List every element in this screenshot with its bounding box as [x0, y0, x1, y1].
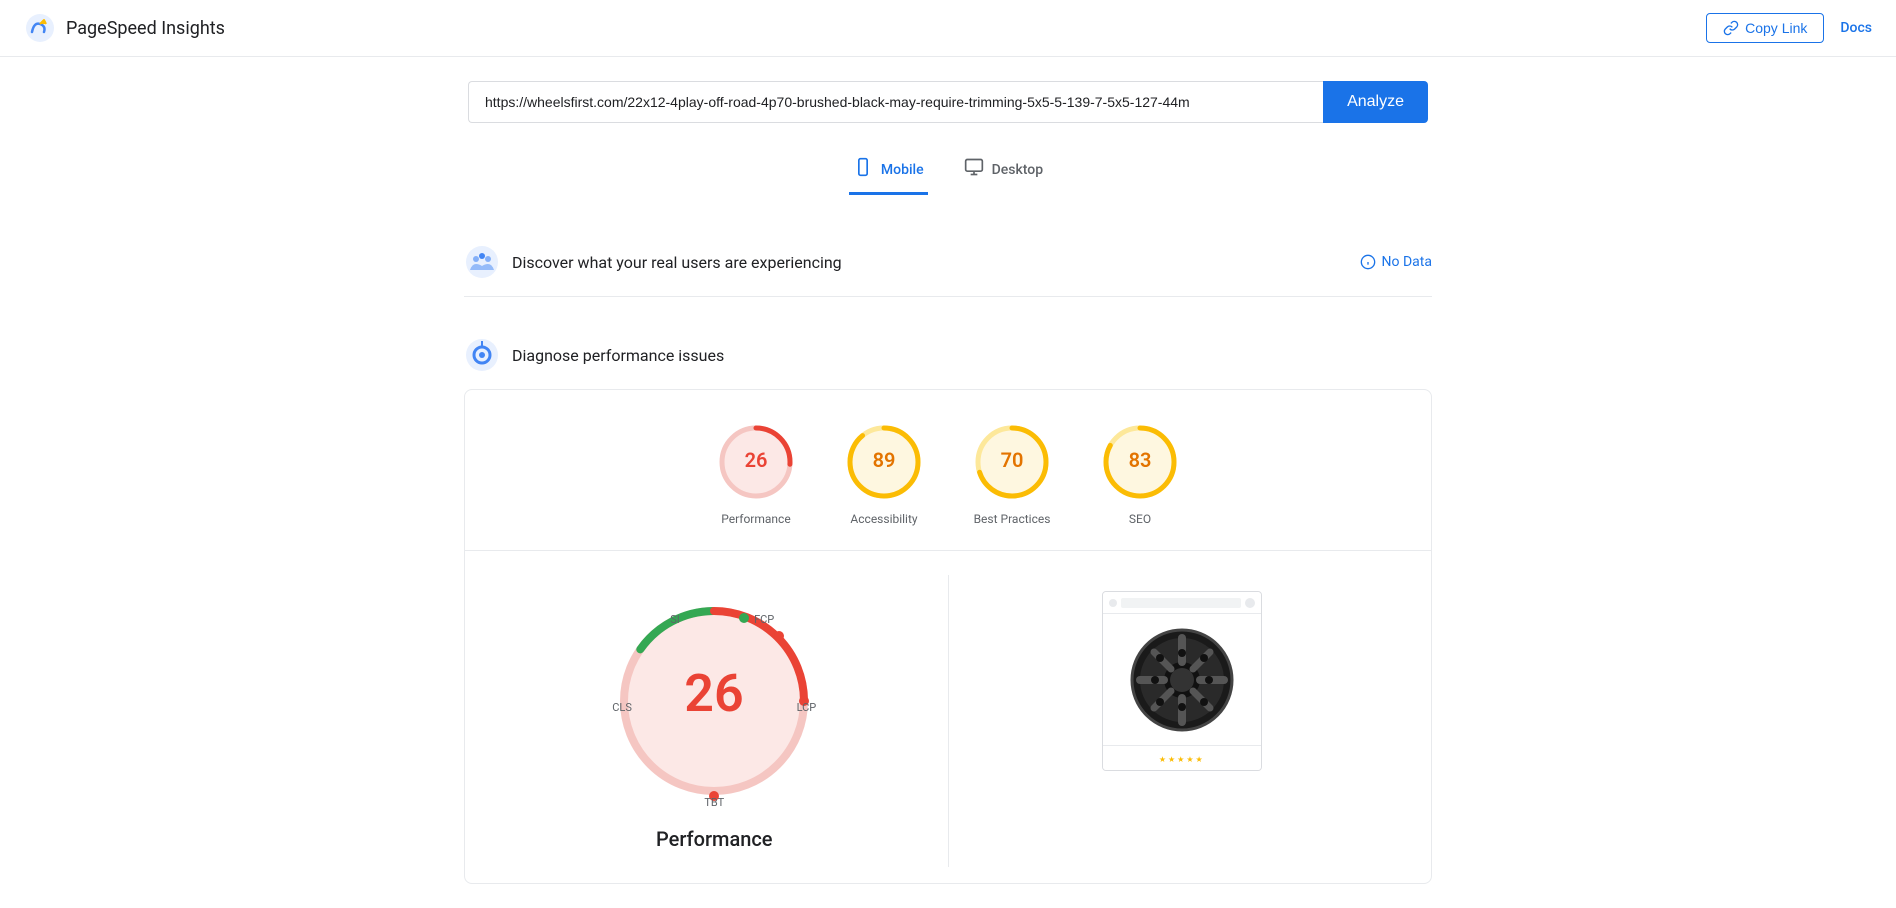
svg-text:83: 83 [1129, 448, 1152, 472]
preview-footer: ★★★★★ [1103, 745, 1261, 770]
scores-row: 26 Performance 89 Accessibility [481, 422, 1415, 526]
tab-mobile[interactable]: Mobile [849, 147, 928, 195]
star-rating: ★★★★★ [1159, 755, 1205, 764]
info-icon [1360, 254, 1376, 270]
browser-bar [1103, 592, 1261, 614]
url-bar-container: Analyze [464, 81, 1432, 123]
diagnose-header: Diagnose performance issues [464, 321, 1432, 389]
no-data-badge[interactable]: No Data [1360, 254, 1432, 270]
svg-text:26: 26 [745, 448, 768, 472]
preview-content [1103, 614, 1261, 745]
bottom-content: SI FCP LCP TBT CLS [481, 575, 1415, 867]
score-performance[interactable]: 26 Performance [716, 422, 796, 526]
url-input[interactable] [468, 81, 1323, 123]
svg-text:89: 89 [873, 448, 896, 472]
header-actions: Copy Link Docs [1706, 13, 1872, 43]
app-header: PageSpeed Insights Copy Link Docs [0, 0, 1896, 57]
performance-label: Performance [721, 512, 790, 526]
docs-link[interactable]: Docs [1840, 20, 1872, 36]
score-seo[interactable]: 83 SEO [1100, 422, 1180, 526]
real-users-title: Discover what your real users are experi… [512, 253, 842, 272]
link-icon [1723, 20, 1739, 36]
best-practices-gauge: 70 [972, 422, 1052, 502]
section-title-area: Discover what your real users are experi… [464, 244, 842, 280]
main-content: Analyze Mobile Desktop [448, 57, 1448, 908]
preview-screenshot: ★★★★★ [1102, 591, 1262, 771]
preview-area: ★★★★★ [948, 575, 1416, 867]
scores-card: 26 Performance 89 Accessibility [464, 389, 1432, 884]
gauge-label-cls: CLS [612, 701, 632, 714]
gauge-label-fcp: FCP [754, 613, 774, 626]
copy-link-button[interactable]: Copy Link [1706, 13, 1824, 43]
gauge-labels: SI FCP LCP TBT CLS [604, 591, 824, 811]
wheel-image [1127, 625, 1237, 735]
card-divider [465, 550, 1431, 551]
logo-area: PageSpeed Insights [24, 12, 225, 44]
diagnose-title: Diagnose performance issues [512, 346, 724, 365]
score-accessibility[interactable]: 89 Accessibility [844, 422, 924, 526]
score-best-practices[interactable]: 70 Best Practices [972, 422, 1052, 526]
large-gauge: SI FCP LCP TBT CLS [604, 591, 824, 811]
accessibility-gauge: 89 [844, 422, 924, 502]
tab-desktop[interactable]: Desktop [960, 147, 1047, 195]
tabs-container: Mobile Desktop [464, 147, 1432, 196]
pagespeed-logo-icon [24, 12, 56, 44]
close-dot [1109, 599, 1117, 607]
no-data-label: No Data [1382, 254, 1432, 270]
mobile-icon [853, 157, 873, 182]
diagnose-icon [464, 337, 500, 373]
gauge-label-si: SI [670, 613, 680, 626]
real-users-section: Discover what your real users are experi… [464, 228, 1432, 297]
users-icon [464, 244, 500, 280]
tab-mobile-label: Mobile [881, 162, 924, 178]
copy-link-label: Copy Link [1745, 20, 1807, 36]
best-practices-label: Best Practices [974, 512, 1051, 526]
seo-label: SEO [1129, 512, 1151, 526]
perf-gauge-area: SI FCP LCP TBT CLS [481, 575, 948, 867]
performance-gauge: 26 [716, 422, 796, 502]
url-form: Analyze [468, 81, 1428, 123]
seo-gauge: 83 [1100, 422, 1180, 502]
tab-desktop-label: Desktop [992, 162, 1043, 178]
svg-text:70: 70 [1001, 448, 1024, 472]
analyze-button[interactable]: Analyze [1323, 81, 1428, 123]
app-title: PageSpeed Insights [66, 18, 225, 39]
perf-title: Performance [656, 827, 773, 851]
desktop-icon [964, 157, 984, 182]
gauge-label-lcp: LCP [797, 701, 817, 714]
gauge-label-tbt: TBT [704, 796, 724, 809]
real-users-header: Discover what your real users are experi… [464, 228, 1432, 297]
accessibility-label: Accessibility [850, 512, 917, 526]
diagnose-section: Diagnose performance issues 26 Performan… [464, 321, 1432, 884]
